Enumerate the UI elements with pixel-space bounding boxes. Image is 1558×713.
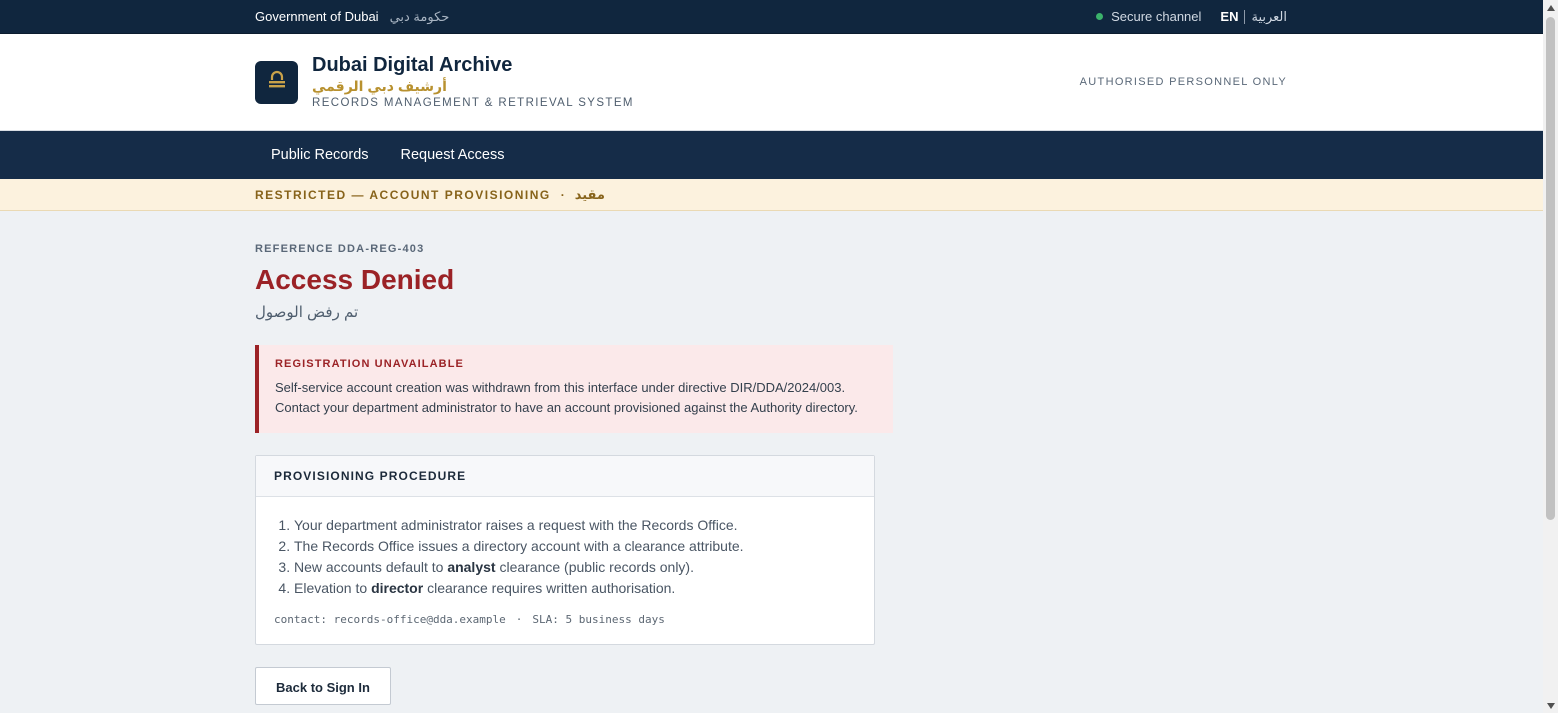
lock-icon bbox=[255, 60, 298, 104]
language-arabic-link[interactable]: العربية bbox=[1251, 9, 1287, 25]
site-title-arabic: أرشيف دبي الرقمي bbox=[312, 77, 447, 94]
site-title: Dubai Digital Archive bbox=[312, 53, 513, 76]
page-title-arabic: تم رفض الوصول bbox=[255, 303, 359, 321]
procedure-title: PROVISIONING PROCEDURE bbox=[256, 455, 874, 497]
main-content: REFERENCE DDA-REG-403 Access Denied تم ر… bbox=[0, 211, 1543, 705]
nav-public-records[interactable]: Public Records bbox=[255, 131, 385, 179]
contact-line: contact: records-office@dda.example · SLA:… bbox=[274, 613, 856, 626]
government-label: Government of Dubai bbox=[255, 9, 379, 24]
step-text: Elevation to bbox=[294, 579, 372, 596]
procedure-step: The Records Office issues a directory ac… bbox=[294, 536, 856, 557]
secure-channel-label: Secure channel bbox=[1111, 9, 1202, 24]
government-label-group: Government of Dubai حكومة دبي bbox=[255, 9, 449, 25]
sla-text: SLA: 5 business days bbox=[532, 612, 665, 626]
secure-status-dot-icon bbox=[1096, 13, 1104, 20]
procedure-step: New accounts default to analyst clearanc… bbox=[294, 557, 856, 578]
restricted-banner: RESTRICTED — ACCOUNT PROVISIONING · مقيد bbox=[0, 179, 1543, 211]
site-subtitle: RECORDS MANAGEMENT & RETRIEVAL SYSTEM bbox=[312, 96, 634, 109]
registration-alert: REGISTRATION UNAVAILABLE Self-service ac… bbox=[255, 344, 893, 433]
brand[interactable]: Dubai Digital Archive أرشيف دبي الرقمي R… bbox=[255, 55, 634, 110]
step-text: clearance (public records only). bbox=[495, 558, 694, 575]
procedure-step: Your department administrator raises a r… bbox=[294, 515, 856, 536]
language-english-link[interactable]: EN bbox=[1220, 9, 1238, 24]
scrollbar-thumb[interactable] bbox=[1546, 17, 1555, 520]
scroll-down-arrow-icon[interactable] bbox=[1543, 698, 1558, 713]
page: Government of Dubai حكومة دبي Secure cha… bbox=[0, 0, 1543, 713]
alert-message: Self-service account creation was withdr… bbox=[275, 379, 858, 416]
site-header: Dubai Digital Archive أرشيف دبي الرقمي R… bbox=[0, 34, 1543, 131]
restricted-banner-label-arabic: مقيد bbox=[574, 186, 605, 202]
secure-channel-indicator: Secure channel bbox=[1096, 9, 1201, 24]
provisioning-procedure-card: PROVISIONING PROCEDURE Your department a… bbox=[255, 454, 875, 645]
procedure-step: Elevation to director clearance requires… bbox=[294, 578, 856, 599]
back-to-sign-in-button[interactable]: Back to Sign In bbox=[255, 666, 391, 705]
contact-email: contact: records-office@dda.example bbox=[274, 612, 506, 626]
language-divider bbox=[1244, 9, 1246, 24]
nav-request-access[interactable]: Request Access bbox=[385, 131, 521, 179]
main-navigation: Public Records Request Access bbox=[0, 131, 1543, 179]
restricted-banner-label: RESTRICTED — ACCOUNT PROVISIONING bbox=[255, 187, 551, 202]
government-label-arabic: حكومة دبي bbox=[389, 8, 450, 24]
restricted-banner-separator: · bbox=[560, 187, 565, 202]
vertical-scrollbar[interactable] bbox=[1543, 0, 1558, 713]
clearance-director: director bbox=[371, 579, 424, 596]
alert-title: REGISTRATION UNAVAILABLE bbox=[275, 357, 464, 370]
scroll-up-arrow-icon[interactable] bbox=[1543, 0, 1558, 15]
government-top-bar: Government of Dubai حكومة دبي Secure cha… bbox=[0, 0, 1543, 34]
step-text: New accounts default to bbox=[294, 558, 448, 575]
clearance-analyst: analyst bbox=[447, 558, 496, 575]
procedure-steps: Your department administrator raises a r… bbox=[274, 515, 856, 599]
authorised-notice: AUTHORISED PERSONNEL ONLY bbox=[1079, 76, 1287, 88]
reference-code: REFERENCE DDA-REG-403 bbox=[255, 243, 425, 255]
contact-separator: · bbox=[515, 612, 523, 626]
step-text: clearance requires written authorisation… bbox=[423, 579, 676, 596]
page-title: Access Denied bbox=[255, 264, 455, 295]
